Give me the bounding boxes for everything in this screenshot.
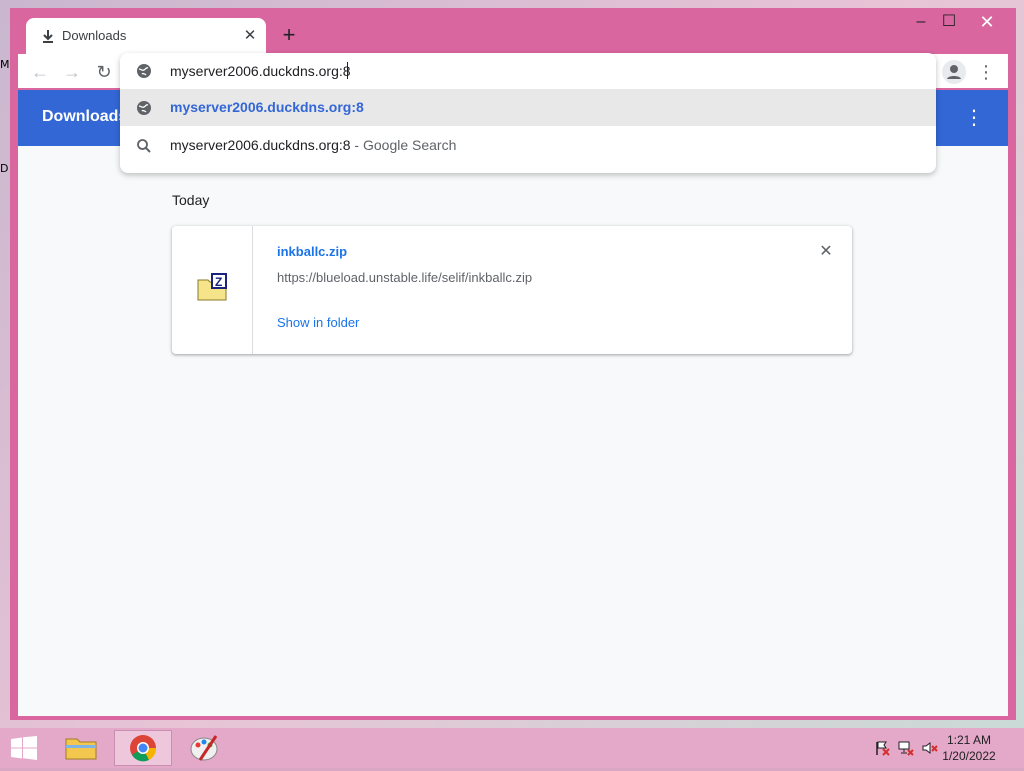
network-icon[interactable] xyxy=(898,740,914,756)
downloads-page: Downloads ⋮ Today Z inkballc.zip https:/… xyxy=(18,90,1008,716)
paint-icon xyxy=(190,735,218,761)
omnibox-dropdown: myserver2006.duckdns.org:8 myserver2006.… xyxy=(120,53,936,173)
taskbar: 1:21 AM 1/20/2022 xyxy=(0,728,1024,768)
reload-button[interactable]: ↻ xyxy=(92,60,116,84)
minimize-button[interactable]: – xyxy=(906,10,936,34)
tab-title: Downloads xyxy=(62,28,127,43)
suggestion-row[interactable]: myserver2006.duckdns.org:8 xyxy=(120,89,936,126)
download-icon xyxy=(43,30,53,43)
chrome-menu-button[interactable]: ⋮ xyxy=(974,60,998,84)
tab-close-button[interactable]: ✕ xyxy=(240,26,260,46)
windows-start-icon[interactable] xyxy=(10,736,38,760)
zip-file-icon: Z xyxy=(197,273,227,301)
suggestion-search-text: myserver2006.duckdns.org:8 - Google Sear… xyxy=(170,137,456,153)
page-title: Downloads xyxy=(42,108,128,125)
taskbar-clock[interactable]: 1:21 AM 1/20/2022 xyxy=(934,732,1004,764)
desktop-icon-fragment: D xyxy=(0,162,9,175)
taskbar-chrome[interactable] xyxy=(114,730,172,766)
text-caret xyxy=(347,62,348,79)
action-center-flag-icon[interactable] xyxy=(874,740,890,756)
file-source-url[interactable]: https://blueload.unstable.life/selif/ink… xyxy=(277,270,532,285)
svg-text:Z: Z xyxy=(215,275,222,289)
tab-downloads[interactable]: Downloads ✕ xyxy=(26,18,266,54)
taskbar-file-explorer[interactable] xyxy=(52,730,110,766)
forward-button[interactable]: → xyxy=(60,60,84,84)
page-menu-button[interactable]: ⋮ xyxy=(964,106,984,130)
desktop-icon-fragment: M xyxy=(0,58,10,71)
folder-icon xyxy=(65,738,97,760)
section-date-heading: Today xyxy=(172,192,210,208)
avatar-icon xyxy=(947,65,961,79)
download-card: Z inkballc.zip https://blueload.unstable… xyxy=(172,226,852,354)
address-bar-input[interactable] xyxy=(170,62,870,80)
show-in-folder-link[interactable]: Show in folder xyxy=(277,315,359,330)
globe-icon xyxy=(137,64,151,78)
search-icon xyxy=(137,139,151,153)
remove-download-button[interactable]: ✕ xyxy=(816,242,836,262)
suggestion-row[interactable]: myserver2006.duckdns.org:8 - Google Sear… xyxy=(120,127,936,164)
maximize-button[interactable]: ☐ xyxy=(934,10,964,34)
file-name-link[interactable]: inkballc.zip xyxy=(277,244,347,259)
back-button[interactable]: ← xyxy=(28,60,52,84)
globe-icon xyxy=(137,101,151,115)
profile-button[interactable] xyxy=(942,60,966,84)
close-window-button[interactable]: ✕ xyxy=(964,10,1010,34)
taskbar-paint[interactable] xyxy=(176,730,234,766)
suggestion-query: myserver2006.duckdns.org:8 xyxy=(170,137,351,153)
clock-date: 1/20/2022 xyxy=(942,749,996,763)
suggestion-url: myserver2006.duckdns.org:8 xyxy=(170,99,364,115)
suggestion-engine: - Google Search xyxy=(350,137,457,153)
omnibox-input-row xyxy=(120,53,936,89)
file-icon-pane: Z xyxy=(172,226,253,354)
chrome-icon xyxy=(130,735,157,762)
clock-time: 1:21 AM xyxy=(946,733,992,747)
new-tab-button[interactable]: + xyxy=(278,24,300,46)
